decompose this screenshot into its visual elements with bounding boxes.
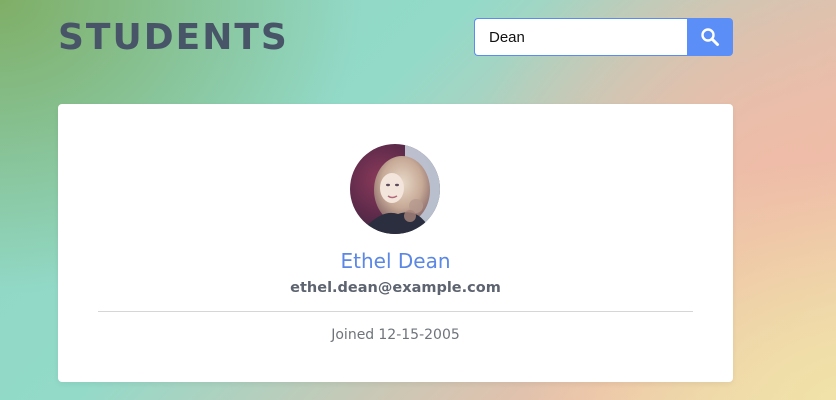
search-form [474,18,733,56]
search-icon [701,28,719,46]
student-email: ethel.dean@example.com [290,280,501,296]
search-input[interactable] [474,18,687,56]
student-joined: Joined 12-15-2005 [58,325,733,345]
student-avatar [350,144,440,234]
search-button[interactable] [687,18,733,56]
card-divider [98,311,693,312]
student-photo [350,144,440,234]
student-name[interactable]: Ethel Dean [58,248,733,274]
joined-date: 12-15-2005 [378,327,460,343]
student-card: Ethel Dean ethel.dean@example.com Joined… [58,104,733,382]
joined-label: Joined [331,327,375,343]
page-title: STUDENTS [58,17,289,58]
